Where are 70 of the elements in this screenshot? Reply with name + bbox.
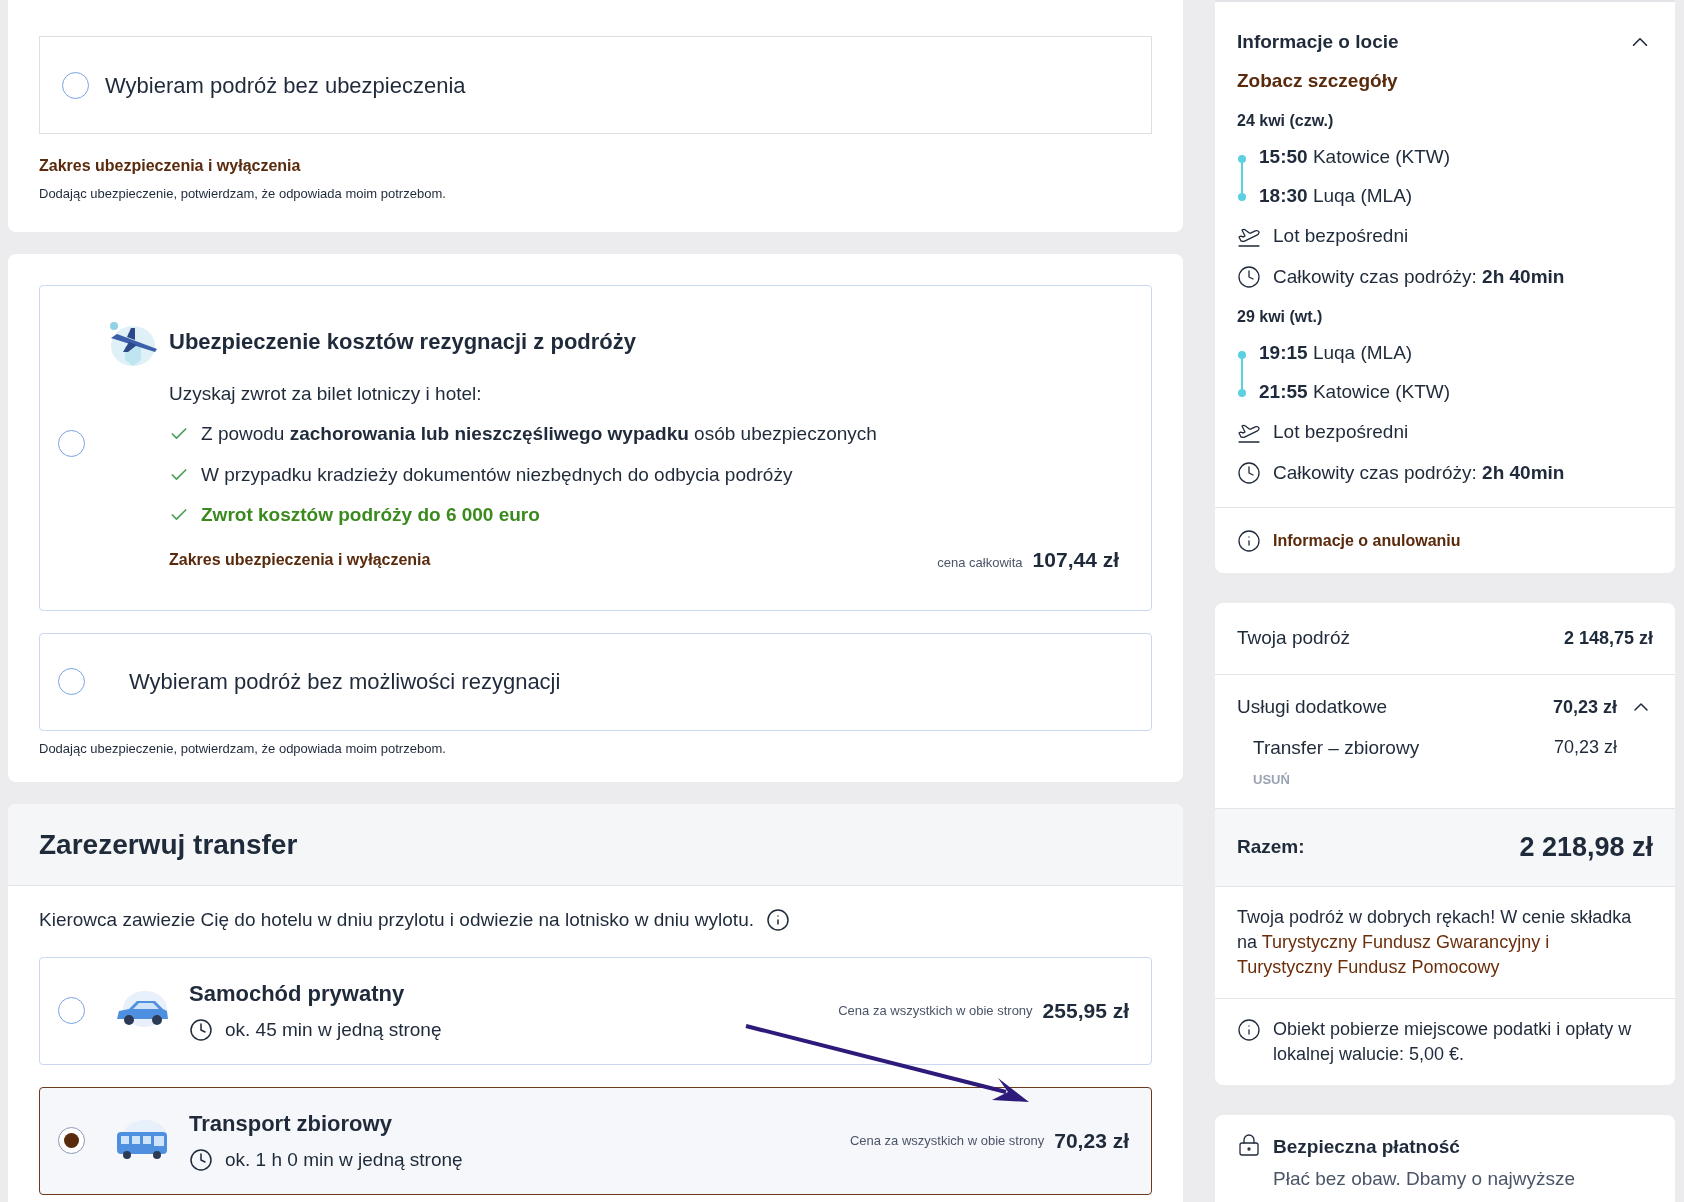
info-icon[interactable]	[766, 908, 790, 933]
extra-price: 70,23 zł	[1553, 735, 1617, 759]
summary-label: Twoja podróż	[1237, 626, 1350, 651]
flight-date: 29 kwi (wt.)	[1237, 307, 1324, 327]
price-label: Cena za wszystkich w obie strony	[849, 1131, 1045, 1150]
insurance-option[interactable]: Wybieram podróż bez możliwości rezygnacji	[39, 632, 1152, 731]
flight-stop: 18:30 Luqa (MLA)	[1259, 183, 1414, 208]
total-label: Razem:	[1237, 834, 1305, 859]
info-icon	[1237, 1017, 1261, 1042]
tax-note: Obiekt pobierze miejscowe podatki i opłaty w lokalnej walucie: 5,00 €.	[1273, 1017, 1633, 1066]
clock-icon	[189, 1018, 213, 1042]
lock-icon	[1237, 1132, 1261, 1157]
extra-name: Transfer – zbiorowy	[1253, 735, 1420, 760]
insurance-option[interactable]	[39, 284, 1152, 611]
travel-duration: Całkowity czas podróży: 2h 40min	[1273, 264, 1565, 289]
transfer-option[interactable]: Samochód prywatny ok. 45 min w jedną stronę Cena za wszystkich w obie strony 255,95 zł	[39, 956, 1152, 1065]
benefit-text: W przypadku kradzieży dokumentów niezbędnych do odbycia podróży	[201, 462, 793, 487]
details-link[interactable]: Zobacz szczegóły	[1237, 66, 1653, 95]
section-title: Zarezerwuj transfer	[39, 827, 298, 862]
flight-stop: 19:15 Luqa (MLA)	[1259, 341, 1414, 365]
benefit-text: Z powodu zachorowania lub nieszczęśliwego wypadku osób ubezpieczonych	[201, 422, 877, 446]
guarantee-text: Twoja podróż w dobrych rękach! W cenie składka na Turystyczny Fundusz Gwarancyjny i Turystyczny Fundusz Pomocowy	[1215, 886, 1675, 999]
radio-button[interactable]	[58, 430, 85, 457]
radio-button[interactable]	[58, 997, 85, 1024]
insurance-option[interactable]: Wybieram podróż bez ubezpieczenia	[39, 36, 1152, 134]
price: 107,44 zł	[1032, 547, 1119, 573]
transfer-duration: ok. 45 min w jedną stronę	[225, 1017, 442, 1042]
price: 255,95 zł	[1042, 997, 1129, 1024]
coverage-link[interactable]: Zakres ubezpieczenia i wyłączenia	[169, 547, 431, 572]
price: 70,23 zł	[1054, 1127, 1129, 1154]
info-icon	[1237, 528, 1261, 553]
fund-link[interactable]: Turystyczny Fundusz Pomocowy	[1237, 956, 1500, 977]
transfer-description: Kierowca zawiezie Cię do hotelu w dniu przylotu i odwiezie na lotnisko w dniu wylotu.	[39, 908, 754, 932]
flight-stop: 21:55 Katowice (KTW)	[1259, 379, 1451, 404]
route-line-icon	[1237, 351, 1247, 397]
clock-icon	[1237, 460, 1261, 485]
benefit-text: Zwrot kosztów podróży do 6 000 euro	[201, 503, 540, 527]
clock-icon	[1237, 264, 1261, 289]
option-label: Wybieram podróż bez możliwości rezygnacji	[129, 668, 561, 696]
card-title: Bezpieczna płatność	[1273, 1134, 1461, 1159]
option-label: Wybieram podróż bez ubezpieczenia	[105, 71, 466, 100]
travel-duration: Całkowity czas podróży: 2h 40min	[1273, 460, 1565, 485]
flight-type: Lot bezpośredni	[1273, 224, 1409, 248]
transfer-name: Transport zbiorowy	[189, 1109, 393, 1138]
transfer-option[interactable]: Transport zbiorowy ok. 1 h 0 min w jedną stronę Cena za wszystkich w obie strony 70,23 zł	[39, 1086, 1152, 1195]
flight-type: Lot bezpośredni	[1273, 420, 1409, 444]
price-label: Cena za wszystkich w obie strony	[838, 1001, 1033, 1020]
flight-date: 24 kwi (czw.)	[1237, 111, 1335, 131]
total-price: 2 218,98 zł	[1519, 830, 1653, 864]
price-label: cena całkowita	[937, 554, 1023, 572]
summary-price: 2 148,75 zł	[1563, 627, 1653, 650]
radio-button[interactable]	[58, 668, 85, 695]
consent-note: Dodając ubezpieczenie, potwierdzam, że odpowiada moim potrzebom.	[39, 185, 447, 203]
transfer-name: Samochód prywatny	[189, 979, 406, 1008]
cancellation-link[interactable]: Informacje o anulowaniu	[1273, 528, 1461, 553]
fund-link[interactable]: Turystyczny Fundusz Gwarancyjny i	[1261, 931, 1550, 952]
consent-note: Dodając ubezpieczenie, potwierdzam, że odpowiada moim potrzebom.	[39, 739, 447, 758]
flight-stop: 15:50 Katowice (KTW)	[1259, 145, 1451, 169]
summary-price: 70,23 zł	[1552, 695, 1617, 719]
coverage-link[interactable]: Zakres ubezpieczenia i wyłączenia	[39, 154, 1152, 178]
insurance-intro: Uzyskaj zwrot za bilet lotniczy i hotel:	[169, 381, 483, 406]
transfer-duration: ok. 1 h 0 min w jedną stronę	[225, 1147, 463, 1172]
route-line-icon	[1237, 155, 1247, 201]
summary-label: Usługi dodatkowe	[1237, 695, 1388, 719]
radio-button[interactable]	[62, 71, 89, 99]
clock-icon	[189, 1148, 213, 1172]
radio-button[interactable]	[58, 1127, 85, 1154]
payment-text: Płać bez obaw. Dbamy o najwyższe	[1273, 1167, 1576, 1191]
insurance-title: Ubezpieczenie kosztów rezygnacji z podróży	[169, 328, 636, 356]
card-title: Informacje o locie	[1237, 30, 1399, 54]
